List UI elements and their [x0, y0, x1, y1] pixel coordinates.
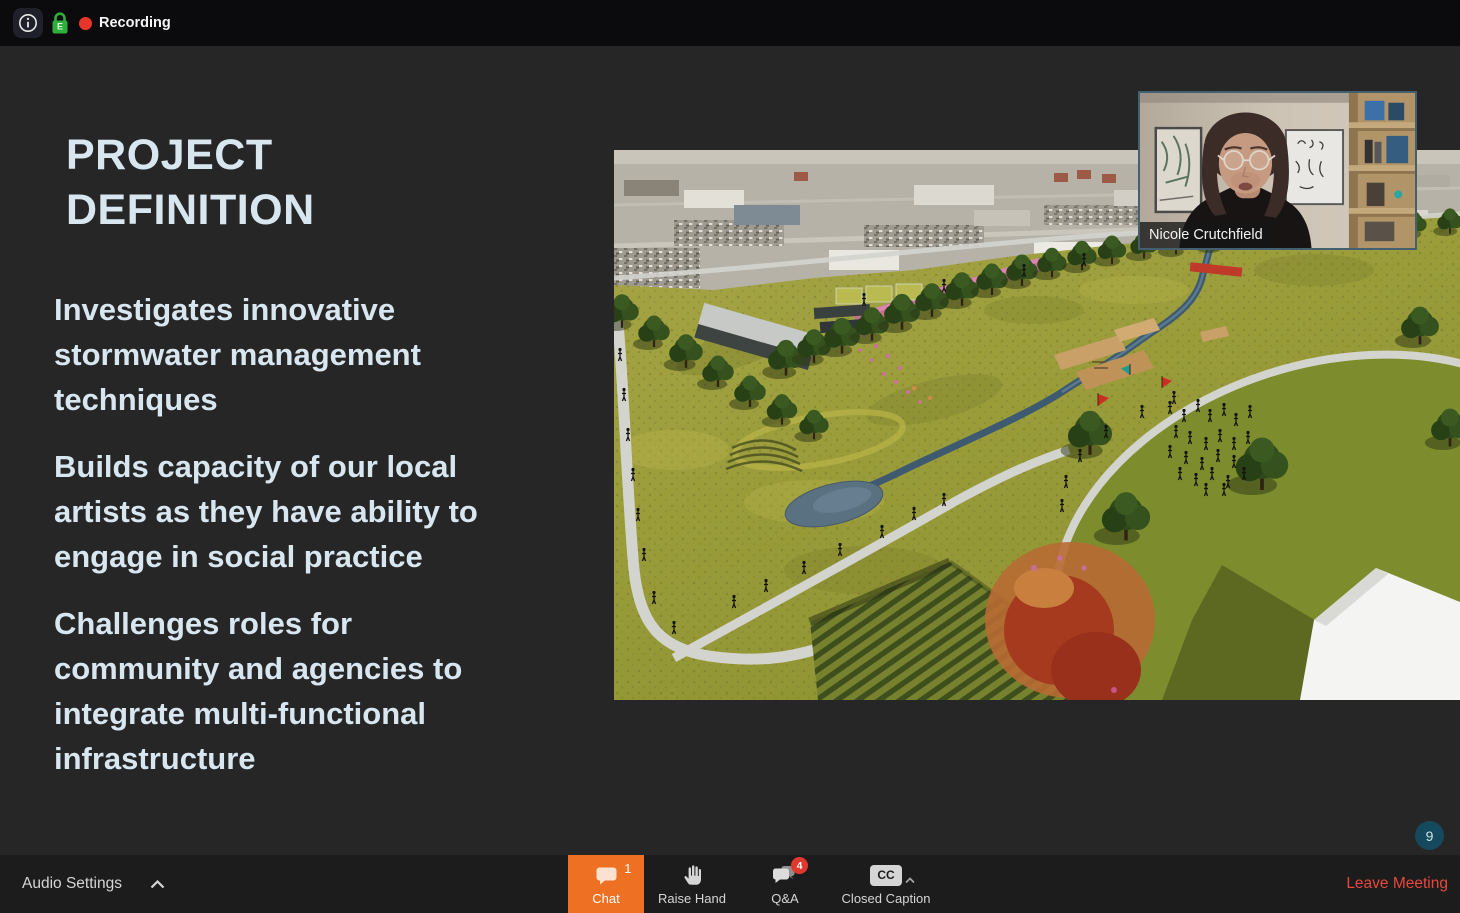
svg-text:E: E: [57, 21, 63, 31]
participant-name: Nicole Crutchfield: [1149, 227, 1263, 243]
picture-frame: [1154, 126, 1203, 214]
qa-button[interactable]: 4 Q&A: [740, 855, 830, 913]
cc-chevron-up-icon[interactable]: [905, 871, 915, 889]
participant-video-tile[interactable]: Nicole Crutchfield: [1138, 91, 1417, 250]
audio-settings-button[interactable]: Audio Settings: [22, 855, 165, 913]
recording-dot-icon: [79, 16, 92, 30]
qa-unread-badge: 4: [791, 857, 808, 874]
whiteboard: [1284, 129, 1345, 206]
participants-count-badge[interactable]: 9: [1415, 821, 1444, 850]
encryption-indicator[interactable]: E: [51, 11, 69, 35]
raise-hand-label: Raise Hand: [658, 891, 726, 906]
info-icon: [19, 14, 37, 32]
meeting-top-bar: E Recording: [0, 0, 1460, 46]
slide-bullet-2: Builds capacity of our local artists as …: [54, 448, 478, 574]
closed-caption-label: Closed Caption: [841, 891, 931, 906]
lock-icon: E: [52, 11, 68, 33]
slide-bullet-3: Challenges roles for community and agenc…: [54, 605, 463, 776]
leave-meeting-button[interactable]: Leave Meeting: [1346, 855, 1448, 913]
qa-label: Q&A: [771, 891, 799, 906]
chat-button[interactable]: 1 Chat: [568, 855, 644, 913]
meeting-info-button[interactable]: [13, 8, 43, 38]
recording-label: Recording: [99, 15, 171, 31]
participant-name-label: Nicole Crutchfield: [1140, 222, 1275, 248]
recording-indicator: Recording: [79, 15, 171, 31]
chat-bubble-icon: [596, 867, 616, 884]
chat-label: Chat: [592, 891, 620, 906]
shared-screen-slide: PROJECT DEFINITION Investigates innovati…: [0, 46, 1460, 855]
slide-bullet-1: Investigates innovative stormwater manag…: [54, 292, 421, 417]
raise-hand-button[interactable]: Raise Hand: [644, 855, 740, 913]
raise-hand-icon: [683, 865, 701, 885]
bookshelf: [1348, 93, 1415, 248]
chat-unread-badge: 1: [624, 861, 632, 876]
slide-text-block: PROJECT DEFINITION Investigates innovati…: [54, 128, 629, 781]
toolbar-center-buttons: 1 Chat Raise Hand 4 Q&A CC Closed Captio…: [568, 855, 942, 913]
chevron-up-icon[interactable]: [150, 879, 165, 889]
closed-caption-button[interactable]: CC Closed Caption: [830, 855, 942, 913]
meeting-toolbar: Audio Settings 1 Chat Raise Hand 4 Q&A C…: [0, 855, 1460, 913]
slide-title: PROJECT DEFINITION: [66, 131, 315, 235]
cc-icon: CC: [870, 864, 902, 886]
audio-settings-label: Audio Settings: [22, 875, 122, 892]
leave-meeting-label: Leave Meeting: [1346, 875, 1448, 892]
